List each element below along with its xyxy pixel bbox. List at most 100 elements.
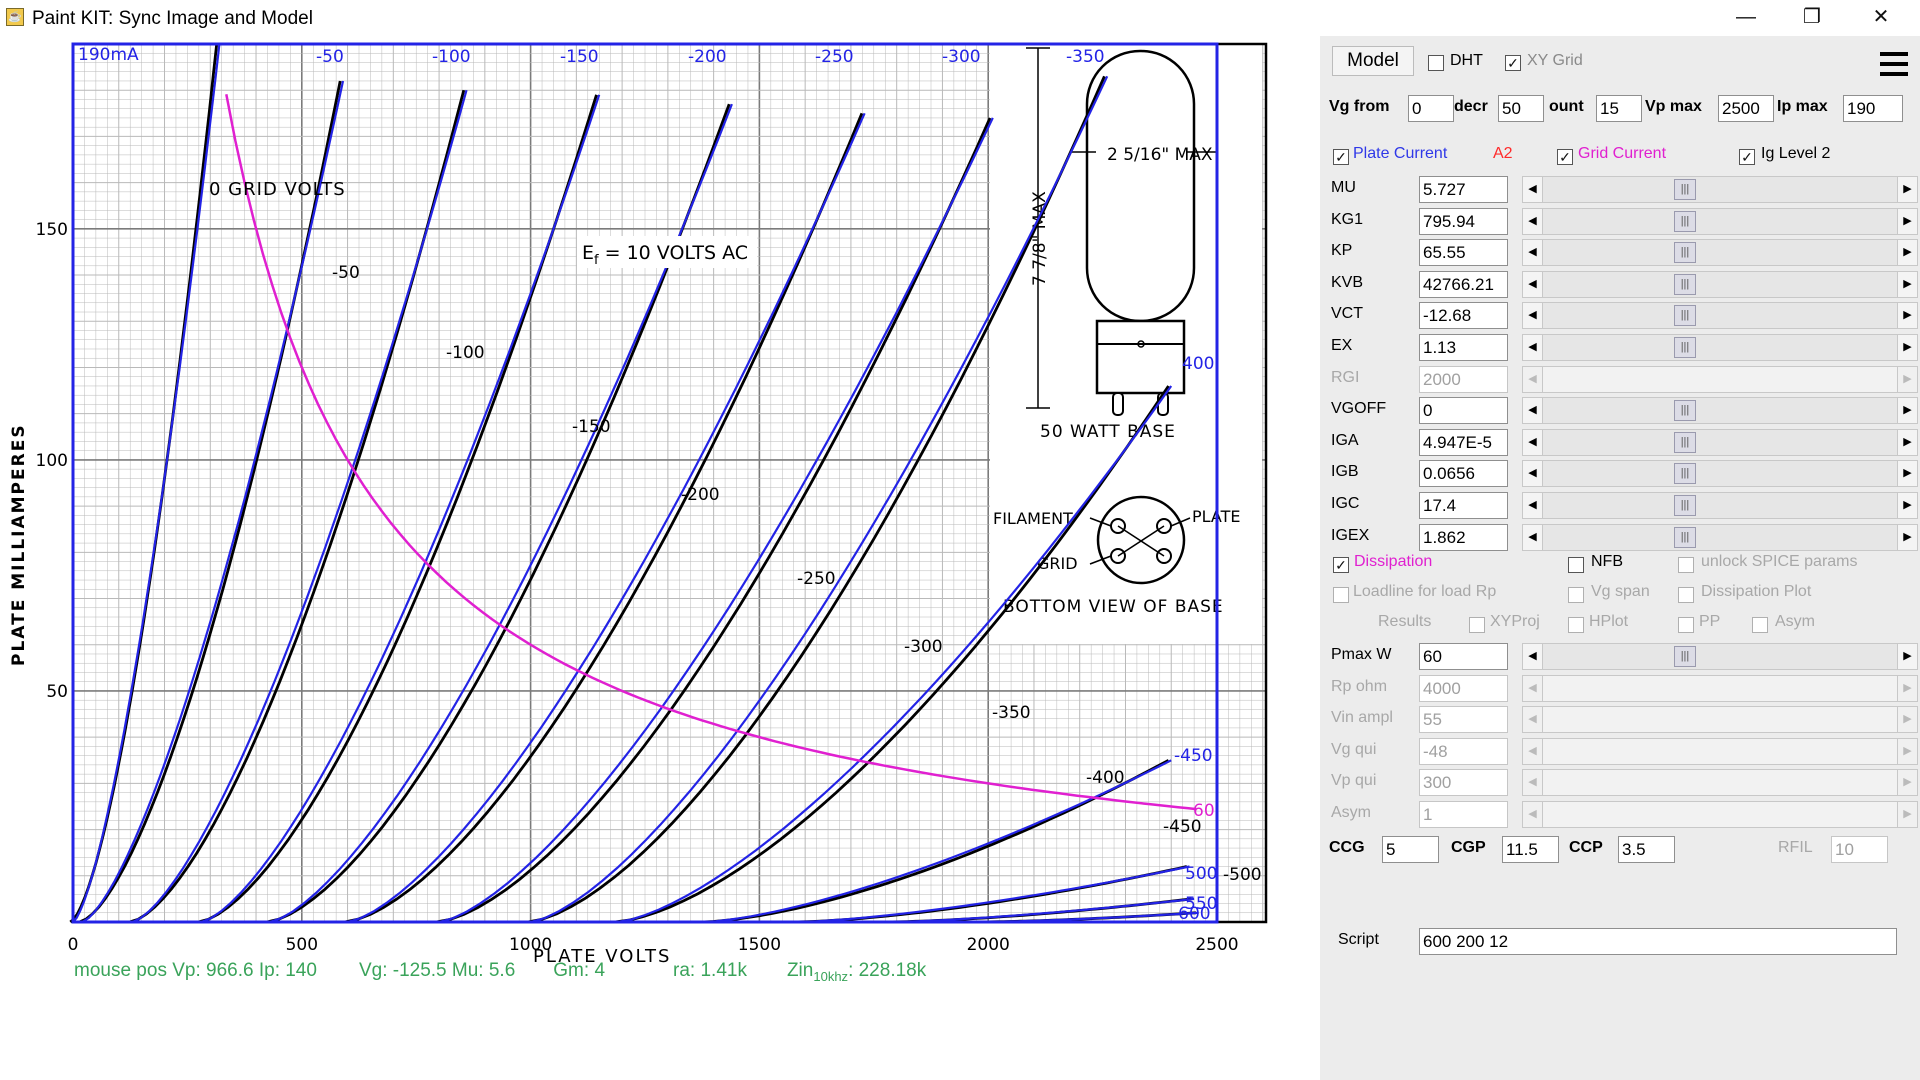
slider-track[interactable]: ||| — [1543, 428, 1897, 456]
script-input[interactable]: 600 200 12 — [1419, 928, 1897, 955]
param-input-igb[interactable]: 0.0656 — [1419, 460, 1508, 488]
slider-left-arrow-icon[interactable]: ◀ — [1522, 706, 1543, 734]
dissipation-checkbox[interactable]: ✓ — [1333, 557, 1349, 573]
grid-current-checkbox[interactable]: ✓ — [1557, 149, 1573, 165]
slider-thumb[interactable]: ||| — [1674, 273, 1696, 295]
slider-thumb[interactable]: ||| — [1674, 431, 1696, 453]
count-input[interactable]: 15 — [1596, 95, 1642, 122]
nfb-checkbox[interactable] — [1568, 557, 1584, 573]
slider-right-arrow-icon[interactable]: ▶ — [1897, 365, 1918, 393]
load-input-asym[interactable]: 1 — [1419, 801, 1508, 828]
slider-left-arrow-icon[interactable]: ◀ — [1522, 302, 1543, 330]
close-icon[interactable]: ✕ — [1853, 0, 1909, 36]
pp-checkbox[interactable] — [1678, 617, 1694, 633]
param-slider-iga[interactable]: ◀ ||| ▶ — [1522, 428, 1918, 456]
maximize-icon[interactable]: ❐ — [1784, 0, 1840, 36]
slider-right-arrow-icon[interactable]: ▶ — [1897, 270, 1918, 298]
slider-track[interactable]: ||| — [1543, 643, 1897, 670]
slider-left-arrow-icon[interactable]: ◀ — [1522, 492, 1543, 519]
param-slider-rgi[interactable]: ◀ ▶ — [1522, 365, 1918, 393]
slider-right-arrow-icon[interactable]: ▶ — [1897, 428, 1918, 456]
slider-thumb[interactable]: ||| — [1674, 210, 1696, 232]
dht-checkbox[interactable] — [1428, 55, 1444, 71]
model-button[interactable]: Model — [1332, 46, 1414, 76]
rfil-input[interactable]: 10 — [1831, 836, 1888, 863]
slider-right-arrow-icon[interactable]: ▶ — [1897, 397, 1918, 425]
load-input-rp-ohm[interactable]: 4000 — [1419, 674, 1508, 702]
dissipation-plot-checkbox[interactable] — [1678, 587, 1694, 603]
slider-left-arrow-icon[interactable]: ◀ — [1522, 207, 1543, 235]
slider-thumb[interactable]: ||| — [1674, 242, 1696, 264]
slider-right-arrow-icon[interactable]: ▶ — [1897, 239, 1918, 267]
slider-right-arrow-icon[interactable]: ▶ — [1897, 334, 1918, 361]
decr-input[interactable]: 50 — [1498, 95, 1544, 122]
param-slider-igex[interactable]: ◀ ||| ▶ — [1522, 523, 1918, 551]
minimize-icon[interactable]: — — [1718, 0, 1774, 36]
param-input-vgoff[interactable]: 0 — [1419, 397, 1508, 425]
load-input-vp-qui[interactable]: 300 — [1419, 769, 1508, 797]
param-slider-kp[interactable]: ◀ ||| ▶ — [1522, 239, 1918, 267]
slider-right-arrow-icon[interactable]: ▶ — [1897, 176, 1918, 203]
hamburger-menu-icon[interactable] — [1876, 46, 1912, 82]
slider-track[interactable] — [1543, 706, 1897, 734]
slider-thumb[interactable]: ||| — [1674, 305, 1696, 327]
param-input-mu[interactable]: 5.727 — [1419, 176, 1508, 203]
unlock-spice-checkbox[interactable] — [1678, 557, 1694, 573]
ccp-input[interactable]: 3.5 — [1618, 836, 1675, 863]
slider-right-arrow-icon[interactable]: ▶ — [1897, 460, 1918, 488]
param-input-rgi[interactable]: 2000 — [1419, 365, 1508, 393]
slider-thumb[interactable]: ||| — [1674, 400, 1696, 422]
xy-grid-checkbox[interactable]: ✓ — [1505, 55, 1521, 71]
slider-right-arrow-icon[interactable]: ▶ — [1897, 674, 1918, 702]
slider-track[interactable]: ||| — [1543, 270, 1897, 298]
param-slider-igb[interactable]: ◀ ||| ▶ — [1522, 460, 1918, 488]
slider-track[interactable]: ||| — [1543, 492, 1897, 519]
param-slider-vgoff[interactable]: ◀ ||| ▶ — [1522, 397, 1918, 425]
slider-left-arrow-icon[interactable]: ◀ — [1522, 239, 1543, 267]
xyproj-checkbox[interactable] — [1469, 617, 1485, 633]
ip-max-input[interactable]: 190 — [1843, 95, 1903, 122]
slider-right-arrow-icon[interactable]: ▶ — [1897, 737, 1918, 765]
param-slider-igc[interactable]: ◀ ||| ▶ — [1522, 492, 1918, 519]
slider-track[interactable]: ||| — [1543, 302, 1897, 330]
load-slider-vg-qui[interactable]: ◀ ▶ — [1522, 737, 1918, 765]
slider-left-arrow-icon[interactable]: ◀ — [1522, 674, 1543, 702]
slider-left-arrow-icon[interactable]: ◀ — [1522, 523, 1543, 551]
ccg-input[interactable]: 5 — [1382, 836, 1439, 863]
slider-thumb[interactable]: ||| — [1674, 463, 1696, 485]
param-input-igc[interactable]: 17.4 — [1419, 492, 1508, 519]
slider-track[interactable] — [1543, 365, 1897, 393]
param-slider-kg1[interactable]: ◀ ||| ▶ — [1522, 207, 1918, 235]
asym-checkbox[interactable] — [1752, 617, 1768, 633]
slider-thumb[interactable]: ||| — [1674, 337, 1696, 358]
param-input-kvb[interactable]: 42766.21 — [1419, 270, 1508, 298]
slider-left-arrow-icon[interactable]: ◀ — [1522, 334, 1543, 361]
param-input-kg1[interactable]: 795.94 — [1419, 207, 1508, 235]
ig-level2-checkbox[interactable]: ✓ — [1739, 149, 1755, 165]
slider-left-arrow-icon[interactable]: ◀ — [1522, 365, 1543, 393]
load-input-vin-ampl[interactable]: 55 — [1419, 706, 1508, 734]
slider-right-arrow-icon[interactable]: ▶ — [1897, 302, 1918, 330]
load-slider-vp-qui[interactable]: ◀ ▶ — [1522, 769, 1918, 797]
slider-left-arrow-icon[interactable]: ◀ — [1522, 737, 1543, 765]
load-input-vg-qui[interactable]: -48 — [1419, 737, 1508, 765]
slider-left-arrow-icon[interactable]: ◀ — [1522, 428, 1543, 456]
slider-track[interactable] — [1543, 737, 1897, 765]
slider-right-arrow-icon[interactable]: ▶ — [1897, 492, 1918, 519]
slider-right-arrow-icon[interactable]: ▶ — [1897, 801, 1918, 828]
slider-track[interactable]: ||| — [1543, 176, 1897, 203]
slider-track[interactable]: ||| — [1543, 334, 1897, 361]
slider-right-arrow-icon[interactable]: ▶ — [1897, 207, 1918, 235]
slider-track[interactable]: ||| — [1543, 207, 1897, 235]
slider-left-arrow-icon[interactable]: ◀ — [1522, 176, 1543, 203]
slider-track[interactable]: ||| — [1543, 397, 1897, 425]
vg-from-input[interactable]: 0 — [1408, 95, 1454, 122]
slider-left-arrow-icon[interactable]: ◀ — [1522, 270, 1543, 298]
slider-track[interactable]: ||| — [1543, 460, 1897, 488]
slider-thumb[interactable]: ||| — [1674, 179, 1696, 200]
param-input-igex[interactable]: 1.862 — [1419, 523, 1508, 551]
plate-current-checkbox[interactable]: ✓ — [1333, 149, 1349, 165]
plate-curve-plot[interactable]: 2 5/16" MAX 7 7/8" MAX 50 WATT BASE FILA… — [0, 36, 1320, 1080]
param-input-ex[interactable]: 1.13 — [1419, 334, 1508, 361]
slider-left-arrow-icon[interactable]: ◀ — [1522, 643, 1543, 670]
